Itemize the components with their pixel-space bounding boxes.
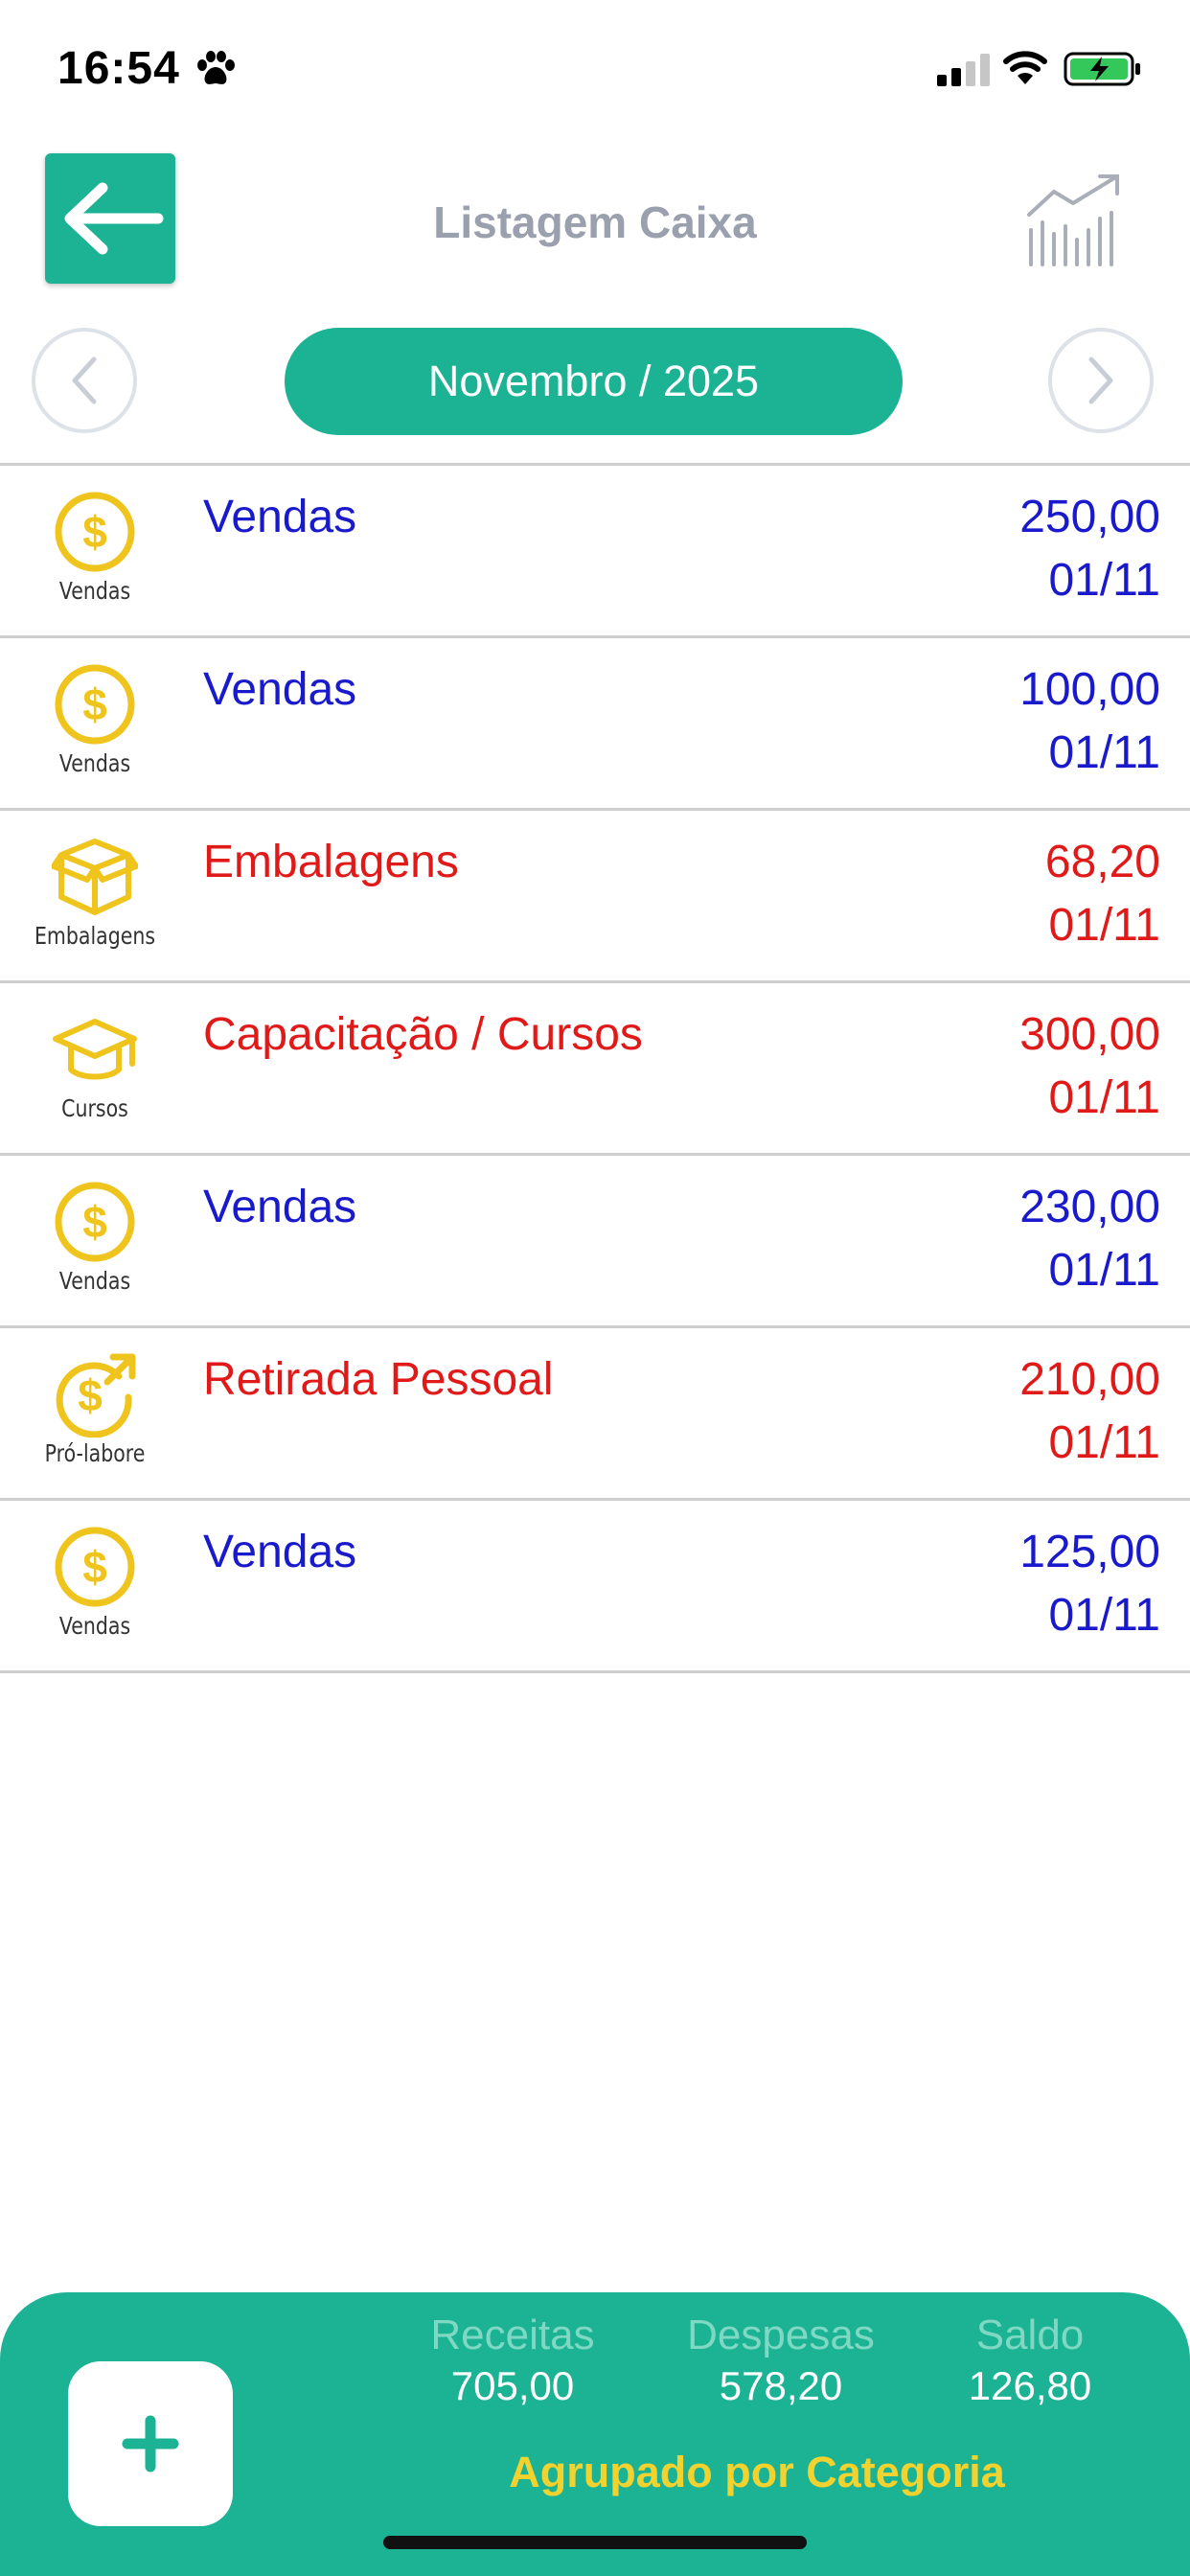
entry-row[interactable]: $ Vendas Vendas 250,00 01/11 [0, 466, 1190, 638]
svg-text:$: $ [78, 1370, 103, 1420]
entry-amount: 250,00 [1019, 492, 1160, 542]
status-time: 16:54 [57, 43, 180, 94]
box-icon [52, 839, 138, 915]
entry-description: Vendas [203, 492, 357, 542]
entry-date: 01/11 [1048, 727, 1160, 778]
entry-description: Capacitação / Cursos [203, 1009, 643, 1060]
svg-text:$: $ [82, 507, 107, 557]
category-label: Vendas [58, 1267, 131, 1295]
group-by-category-toggle[interactable]: Agrupado por Categoria [412, 2448, 1102, 2497]
entry-description: Vendas [203, 664, 357, 715]
entry-amount: 230,00 [1019, 1182, 1160, 1232]
entry-row[interactable]: $ Vendas Vendas 230,00 01/11 [0, 1156, 1190, 1328]
entry-amount: 100,00 [1019, 664, 1160, 715]
entry-date: 01/11 [1048, 1417, 1160, 1468]
entry-amount: 210,00 [1019, 1354, 1160, 1405]
category-label: Cursos [61, 1094, 128, 1122]
entry-row[interactable]: $ Vendas Vendas 100,00 01/11 [0, 638, 1190, 811]
entry-description: Vendas [203, 1182, 357, 1232]
chevron-left-icon [72, 356, 97, 404]
previous-month-button[interactable] [32, 328, 137, 433]
entry-row[interactable]: Embalagens Embalagens 68,20 01/11 [0, 811, 1190, 983]
saldo-summary: Saldo 126,80 [949, 2312, 1111, 2409]
month-label[interactable]: Novembro / 2025 [285, 328, 903, 435]
entry-list: $ Vendas Vendas 250,00 01/11 $ Vendas Vendas 100… [0, 463, 1190, 1673]
svg-text:$: $ [82, 679, 107, 729]
svg-text:$: $ [82, 1197, 107, 1247]
entry-amount: 68,20 [1044, 837, 1160, 887]
entry-date: 01/11 [1048, 1590, 1160, 1641]
next-month-button[interactable] [1048, 328, 1154, 433]
receitas-value: 705,00 [450, 2363, 575, 2408]
dollar-withdraw-icon: $ [56, 1353, 136, 1438]
plus-icon [122, 2415, 179, 2472]
home-indicator [383, 2536, 807, 2549]
entry-date: 01/11 [1048, 900, 1160, 951]
entry-row[interactable]: $ Pró-labore Retirada Pessoal 210,00 01/11 [0, 1328, 1190, 1501]
chevron-right-icon [1088, 356, 1113, 404]
entry-amount: 300,00 [1019, 1009, 1160, 1060]
entry-date: 01/11 [1048, 1245, 1160, 1296]
category-label: Pró-labore [44, 1439, 146, 1467]
entry-description: Retirada Pessoal [203, 1354, 554, 1405]
dollar-coin-icon: $ [55, 1182, 135, 1262]
summary-footer: Receitas 705,00 Despesas 578,20 Saldo 12… [0, 2292, 1190, 2576]
entry-row[interactable]: $ Vendas Vendas 125,00 01/11 [0, 1501, 1190, 1673]
paw-icon [197, 51, 235, 84]
receitas-summary: Receitas 705,00 [412, 2312, 613, 2409]
category-label: Vendas [58, 1612, 131, 1640]
month-selector: Novembro / 2025 [0, 324, 1190, 443]
svg-text:$: $ [82, 1542, 107, 1592]
despesas-summary: Despesas 578,20 [671, 2312, 891, 2409]
saldo-value: 126,80 [968, 2363, 1092, 2408]
chart-button[interactable] [1025, 171, 1125, 275]
add-entry-button[interactable] [68, 2361, 233, 2526]
category-label: Embalagens [34, 922, 156, 950]
entry-date: 01/11 [1048, 1072, 1160, 1123]
despesas-value: 578,20 [719, 2363, 843, 2408]
category-label: Vendas [58, 577, 131, 605]
entry-row[interactable]: Cursos Capacitação / Cursos 300,00 01/11 [0, 983, 1190, 1156]
entry-description: Embalagens [203, 837, 459, 887]
dollar-coin-icon: $ [55, 492, 135, 572]
page-title: Listagem Caixa [433, 197, 757, 247]
despesas-label: Despesas [687, 2312, 875, 2358]
dollar-coin-icon: $ [55, 664, 135, 745]
chart-trend-icon [1027, 174, 1119, 266]
battery-charging-icon [1064, 52, 1140, 86]
receitas-label: Receitas [430, 2312, 595, 2358]
dollar-coin-icon: $ [55, 1527, 135, 1607]
wifi-icon [1003, 51, 1047, 84]
entry-amount: 125,00 [1019, 1527, 1160, 1577]
graduation-cap-icon [53, 1019, 137, 1080]
category-label: Vendas [58, 749, 131, 777]
entry-date: 01/11 [1048, 555, 1160, 606]
saldo-label: Saldo [975, 2312, 1085, 2358]
signal-icon [937, 54, 990, 86]
entry-description: Vendas [203, 1527, 357, 1577]
